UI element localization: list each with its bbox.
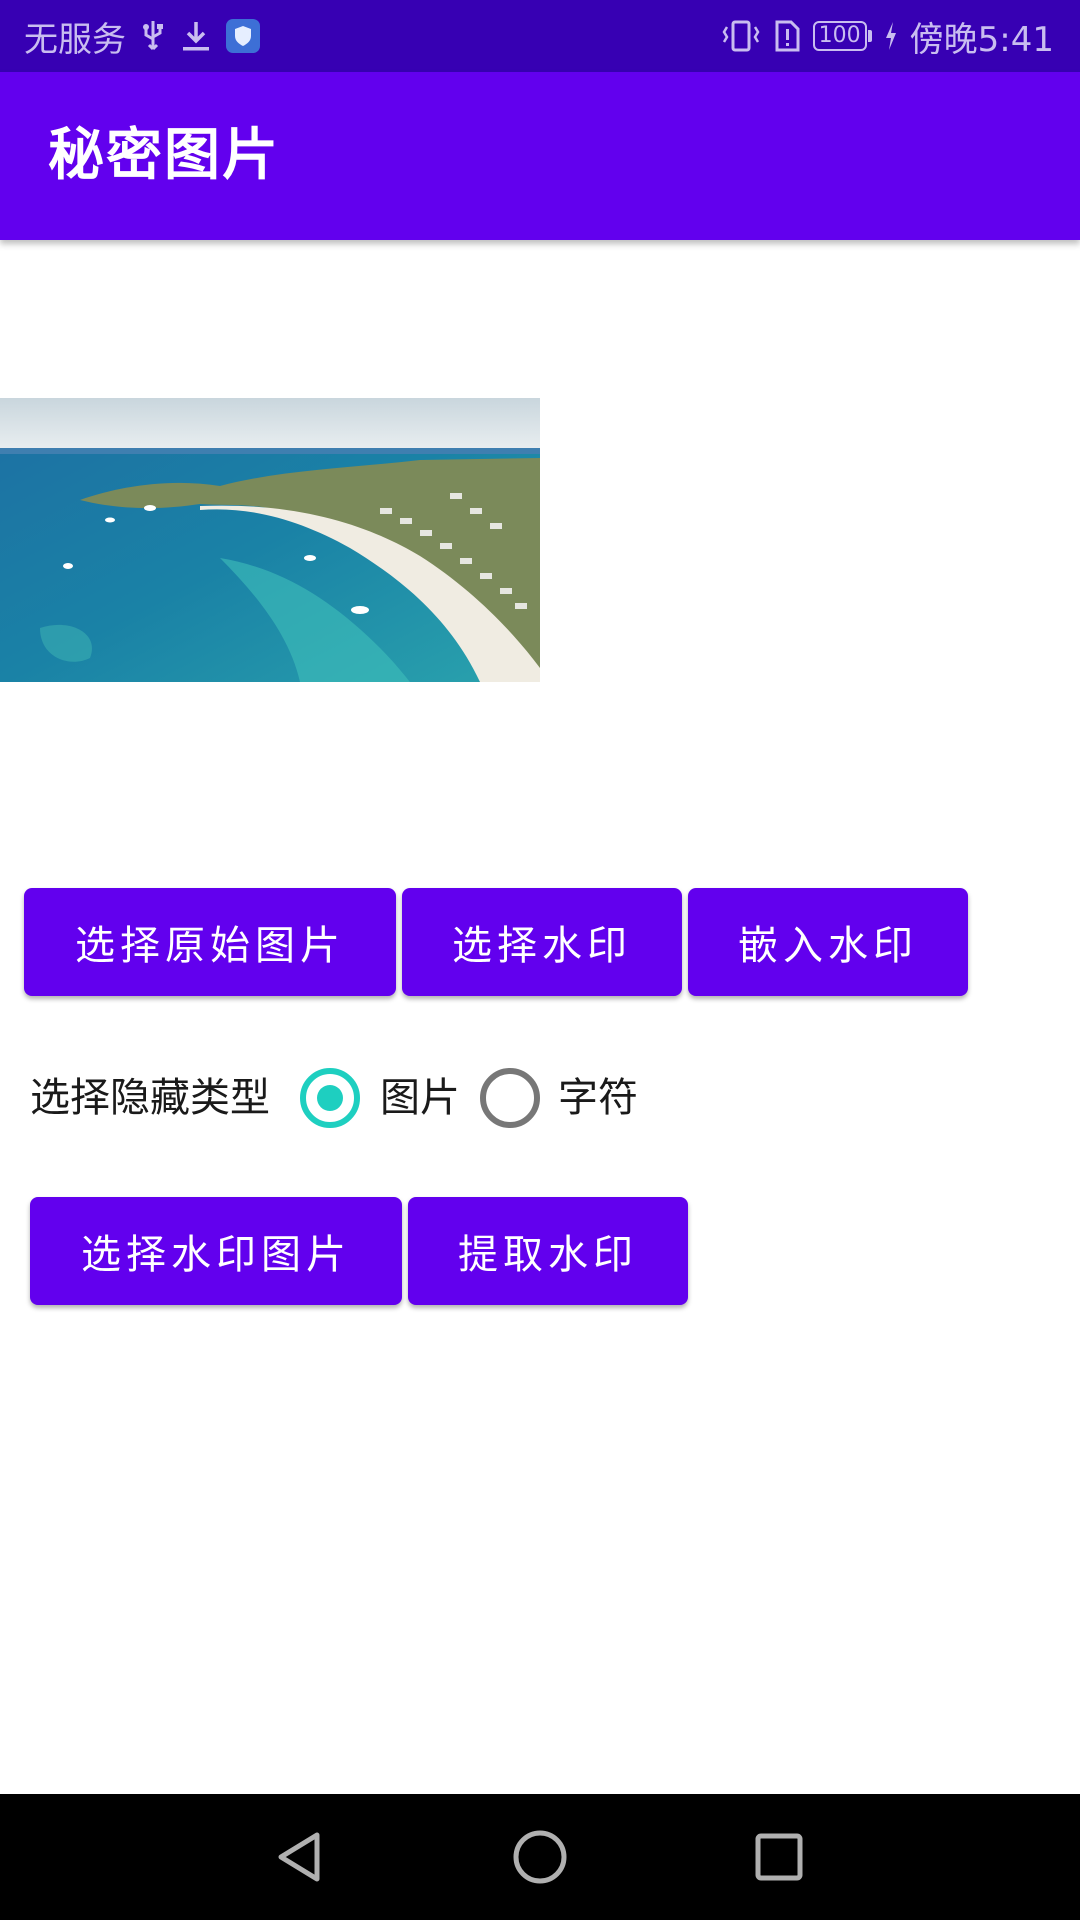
sim-alert-icon [773,19,801,53]
select-original-image-button[interactable]: 选择原始图片 [24,888,396,996]
radio-text[interactable] [480,1068,540,1128]
original-image [0,398,540,682]
select-watermark-image-button[interactable]: 选择水印图片 [30,1197,402,1305]
usb-icon [140,19,166,53]
battery-icon: 100 [812,21,872,51]
embed-watermark-button[interactable]: 嵌入水印 [688,888,968,996]
recents-icon[interactable] [746,1824,812,1890]
home-icon[interactable] [507,1824,573,1890]
select-watermark-button[interactable]: 选择水印 [402,888,682,996]
app-title: 秘密图片 [48,123,280,188]
charging-icon [884,21,898,51]
radio-image[interactable] [300,1068,360,1128]
time-text: 傍晚5:41 [909,19,1054,60]
status-bar: 无服务 100 傍晚5:41 [0,0,1080,72]
carrier-text: 无服务 [24,19,126,60]
battery-level: 100 [812,21,867,51]
radio-image-label[interactable]: 图片 [380,1068,460,1128]
shield-icon [226,19,260,53]
download-icon [180,19,212,53]
app-bar: 秘密图片 [0,72,1080,240]
vibrate-icon [721,19,761,53]
navigation-bar [0,1794,1080,1920]
extract-watermark-button[interactable]: 提取水印 [408,1197,688,1305]
radio-text-label[interactable]: 字符 [558,1068,638,1128]
back-icon[interactable] [266,1824,332,1890]
hide-type-label: 选择隐藏类型 [30,1075,270,1121]
